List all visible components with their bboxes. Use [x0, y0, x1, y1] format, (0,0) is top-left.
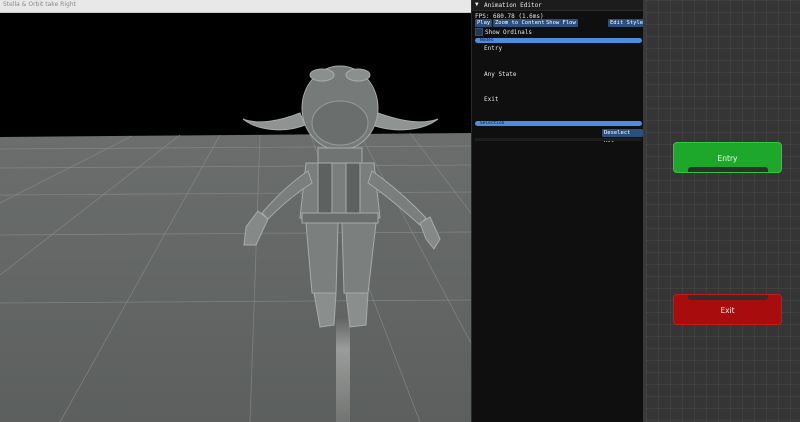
node-list-item-any-state[interactable]: Any State [484, 71, 517, 78]
selection-section-header[interactable]: Selection [475, 121, 642, 126]
show-ordinals-checkbox[interactable] [475, 28, 483, 36]
viewport-titlebar: Stella & Orbit take Right [0, 0, 471, 13]
deselect-all-button[interactable]: Deselect All [602, 129, 643, 144]
exit-input-pin[interactable] [688, 295, 768, 300]
node-list-item-exit[interactable]: Exit [484, 96, 498, 103]
graph-node-exit-label: Exit [720, 306, 735, 315]
editor-titlebar[interactable]: ▼ Animation Editor [472, 0, 644, 11]
entry-output-pin[interactable] [688, 167, 768, 172]
collapse-arrow-icon[interactable]: ▼ [475, 1, 479, 8]
viewport-title: Stella & Orbit take Right [3, 1, 76, 8]
scene-viewport[interactable]: Stella & Orbit take Right [0, 0, 471, 422]
zoom-to-content-button[interactable]: Zoom to Content [493, 19, 547, 27]
horizontal-scrollbar[interactable] [475, 138, 642, 141]
editor-title: Animation Editor [484, 2, 542, 9]
edit-style-button[interactable]: Edit Style [608, 19, 646, 27]
show-flow-button[interactable]: Show Flow [544, 19, 578, 27]
graph-node-entry[interactable]: Entry [673, 142, 782, 173]
show-ordinals-label: Show Ordinals [485, 29, 532, 36]
graph-node-exit[interactable]: Exit [673, 294, 782, 325]
nodes-section-header[interactable]: Nodes [475, 38, 642, 43]
nodes-section-label: Nodes [480, 38, 494, 43]
scene-render[interactable] [0, 13, 471, 422]
node-graph-canvas[interactable]: Entry Exit [646, 0, 800, 422]
graph-node-entry-label: Entry [717, 154, 738, 163]
selection-section-label: Selection [480, 121, 505, 126]
floor-plane [0, 132, 471, 422]
node-list-item-entry[interactable]: Entry [484, 45, 502, 52]
animation-editor-panel: ▼ Animation Editor FPS: 680.78 (1.6ms) P… [471, 0, 646, 422]
play-button[interactable]: Play [475, 19, 493, 27]
